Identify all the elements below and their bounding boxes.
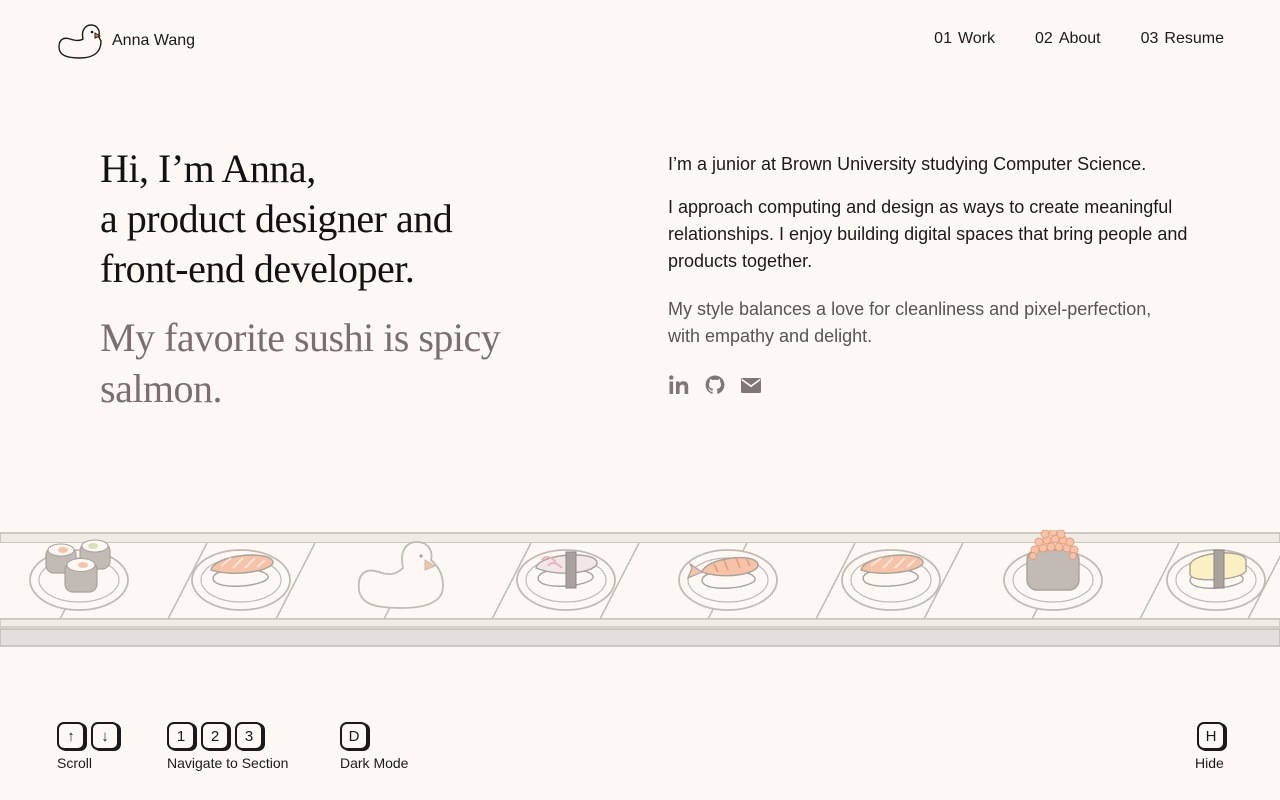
nav-item-work[interactable]: 01 Work xyxy=(934,30,995,48)
nav-item-number: 01 xyxy=(934,30,952,47)
shrimp-nigiri-plate[interactable] xyxy=(678,549,778,611)
linkedin-icon[interactable] xyxy=(668,374,690,396)
headline-line: a product designer and xyxy=(100,196,453,241)
sushi-conveyor xyxy=(0,530,1280,647)
shortcut-scroll: ↑ ↓ Scroll xyxy=(57,722,119,771)
shortcut-navigate: 1 2 3 Navigate to Section xyxy=(167,722,288,771)
tamago-nigiri-plate[interactable] xyxy=(1166,549,1266,611)
shortcut-dark-mode: D Dark Mode xyxy=(340,722,408,771)
nav-item-resume[interactable]: 03 Resume xyxy=(1141,30,1224,48)
shortcut-hide: H Hide xyxy=(1195,722,1225,771)
key-arrow-down[interactable]: ↓ xyxy=(91,722,119,750)
shortcut-label: Hide xyxy=(1195,755,1224,771)
headline-line: front-end developer. xyxy=(100,246,415,291)
shortcut-label: Dark Mode xyxy=(340,755,409,771)
site-header: Anna Wang 01 Work 02 About 03 Resume xyxy=(0,0,1280,80)
nav-item-about[interactable]: 02 About xyxy=(1035,30,1101,48)
key-1[interactable]: 1 xyxy=(167,722,195,750)
nav-item-number: 03 xyxy=(1140,30,1159,47)
squid-nigiri-plate[interactable] xyxy=(516,549,616,611)
salmon-nigiri-plate[interactable] xyxy=(191,549,291,611)
nav-item-label: About xyxy=(1058,30,1101,47)
social-links xyxy=(668,374,1188,396)
key-h[interactable]: H xyxy=(1197,722,1225,750)
nav-item-number: 02 xyxy=(1035,30,1053,47)
brand-home-link[interactable]: Anna Wang xyxy=(56,22,195,60)
duck-logo-icon xyxy=(58,24,102,59)
email-icon[interactable] xyxy=(740,374,762,396)
nav-item-label: Resume xyxy=(1164,30,1224,47)
hero-subline: My favorite sushi is spicy salmon. xyxy=(100,315,501,411)
hero-intro: Hi, I’m Anna, a product designer and fro… xyxy=(100,144,540,414)
key-arrow-up[interactable]: ↑ xyxy=(57,722,85,750)
belt-bottom-rail xyxy=(0,618,1280,628)
belt-base xyxy=(0,628,1280,647)
salmon-nigiri-plate[interactable] xyxy=(841,549,941,611)
belt-top-rail xyxy=(0,532,1280,544)
shortcut-label: Scroll xyxy=(57,755,93,771)
nav-item-label: Work xyxy=(957,30,996,47)
key-3[interactable]: 3 xyxy=(235,722,263,750)
bio-paragraph: My style balances a love for cleanliness… xyxy=(668,299,1152,346)
hero-bio: I’m a junior at Brown University studyin… xyxy=(668,151,1188,396)
bio-paragraph: I approach computing and design as ways … xyxy=(668,197,1188,271)
github-icon[interactable] xyxy=(704,374,726,396)
key-2[interactable]: 2 xyxy=(201,722,229,750)
shortcut-label: Navigate to Section xyxy=(167,755,289,771)
main-nav: 01 Work 02 About 03 Resume xyxy=(934,30,1224,48)
brand-name: Anna Wang xyxy=(112,32,196,49)
headline-line: Hi, I’m Anna, xyxy=(100,146,316,191)
key-d[interactable]: D xyxy=(340,722,368,750)
hero-headline: Hi, I’m Anna, a product designer and fro… xyxy=(100,144,540,294)
bio-paragraph: I’m a junior at Brown University studyin… xyxy=(668,154,1147,174)
